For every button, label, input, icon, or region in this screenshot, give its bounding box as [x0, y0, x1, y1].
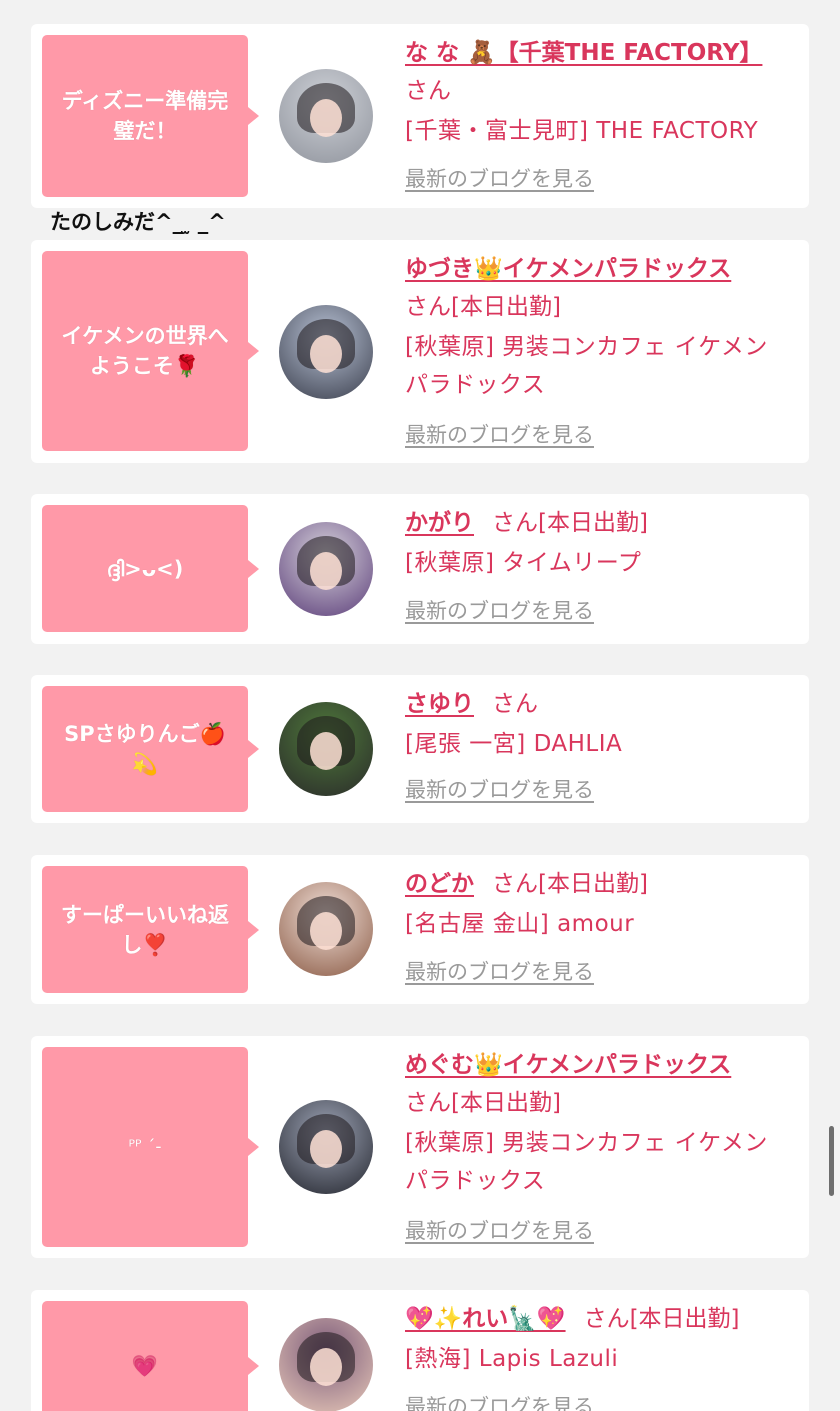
girl-name-link[interactable]: さゆり	[405, 691, 474, 717]
face-shape	[310, 1130, 342, 1168]
san-label: さん	[405, 78, 451, 104]
shop-name: [尾張 一宮] DAHLIA	[405, 731, 623, 757]
san-label: さん[本日出勤]	[492, 510, 648, 536]
message-bubble: SPさゆりんご🍎 💫	[42, 686, 259, 812]
girl-info: のどか さん[本日出勤] [名古屋 金山] amour 最新のブログを見る	[405, 865, 800, 991]
girl-name-link[interactable]: めぐむ👑イケメンパラドックス	[405, 1052, 731, 1078]
girl-card: SPさゆりんご🍎 💫 さゆり さん [尾張 一宮] DAHLIA 最新のブログを見…	[31, 675, 809, 823]
latest-blog-link[interactable]: 最新のブログを見る	[405, 416, 594, 454]
girl-name-link[interactable]: な な 🧸【千葉THE FACTORY】	[405, 40, 762, 66]
profile-avatar[interactable]	[279, 305, 373, 399]
face-shape	[310, 912, 342, 950]
scrollbar-thumb[interactable]	[829, 1126, 834, 1196]
post-caption: たのしみだ^_ ̫ _^	[50, 210, 226, 234]
profile-avatar[interactable]	[279, 1318, 373, 1411]
profile-avatar[interactable]	[279, 702, 373, 796]
girl-card: イケメンの世界へ ようこそ🌹 ゆづき👑イケメンパラドックス さん[本日出勤] […	[31, 240, 809, 463]
girl-card: ディズニー準備完 璧だ！ な な 🧸【千葉THE FACTORY】 さん [千葉…	[31, 24, 809, 208]
girl-card: ദ്ദി>ᴗ<) かがり さん[本日出勤] [秋葉原] タイムリープ 最新のブログ…	[31, 494, 809, 644]
shop-name: [熱海] Lapis Lazuli	[405, 1346, 619, 1372]
profile-avatar[interactable]	[279, 882, 373, 976]
shop-name: [秋葉原] 男装コンカフェ イケメン パラドックス	[405, 1130, 768, 1194]
girl-name-link[interactable]: かがり	[405, 510, 474, 536]
message-bubble: ディズニー準備完 璧だ！	[42, 35, 259, 197]
latest-blog-link[interactable]: 最新のブログを見る	[405, 1388, 594, 1411]
face-shape	[310, 732, 342, 770]
girl-info: ゆづき👑イケメンパラドックス さん[本日出勤] [秋葉原] 男装コンカフェ イケ…	[405, 250, 800, 454]
latest-blog-link[interactable]: 最新のブログを見る	[405, 953, 594, 991]
latest-blog-link[interactable]: 最新のブログを見る	[405, 771, 594, 809]
message-bubble: イケメンの世界へ ようこそ🌹	[42, 251, 259, 451]
latest-blog-link[interactable]: 最新のブログを見る	[405, 592, 594, 630]
girl-info: めぐむ👑イケメンパラドックス さん[本日出勤] [秋葉原] 男装コンカフェ イケ…	[405, 1046, 800, 1250]
latest-blog-link[interactable]: 最新のブログを見る	[405, 1212, 594, 1250]
san-label: さん	[492, 691, 538, 717]
shop-name: [名古屋 金山] amour	[405, 911, 635, 937]
girl-info: かがり さん[本日出勤] [秋葉原] タイムリープ 最新のブログを見る	[405, 504, 800, 630]
profile-avatar[interactable]	[279, 1100, 373, 1194]
san-label: さん[本日出勤]	[583, 1306, 740, 1332]
message-bubble: ᴾᴾ ˊ-	[42, 1047, 259, 1247]
latest-blog-link[interactable]: 最新のブログを見る	[405, 160, 594, 198]
girls-feed: ディズニー準備完 璧だ！ な な 🧸【千葉THE FACTORY】 さん [千葉…	[0, 0, 840, 1411]
girl-name-link[interactable]: ゆづき👑イケメンパラドックス	[405, 256, 731, 282]
shop-name: [千葉・富士見町] THE FACTORY	[405, 118, 759, 144]
shop-name: [秋葉原] タイムリープ	[405, 550, 642, 576]
girl-name-link[interactable]: 💖✨れい🗽💖	[405, 1306, 566, 1332]
message-bubble: 💗	[42, 1301, 259, 1411]
girl-name-link[interactable]: のどか	[405, 871, 474, 897]
shop-name: [秋葉原] 男装コンカフェ イケメン パラドックス	[405, 334, 768, 398]
profile-avatar[interactable]	[279, 522, 373, 616]
face-shape	[310, 1348, 342, 1386]
girl-card: 💗 💖✨れい🗽💖 さん[本日出勤] [熱海] Lapis Lazuli 最新のブロ…	[31, 1290, 809, 1411]
message-bubble: すーぱーいいね返 し❣️	[42, 866, 259, 993]
san-label: さん[本日出勤]	[405, 294, 561, 320]
girl-card: すーぱーいいね返 し❣️ のどか さん[本日出勤] [名古屋 金山] amour …	[31, 855, 809, 1004]
face-shape	[310, 552, 342, 590]
face-shape	[310, 335, 342, 373]
girl-info: さゆり さん [尾張 一宮] DAHLIA 最新のブログを見る	[405, 685, 800, 809]
face-shape	[310, 99, 342, 137]
san-label: さん[本日出勤]	[405, 1090, 561, 1116]
san-label: さん[本日出勤]	[492, 871, 648, 897]
profile-avatar[interactable]	[279, 69, 373, 163]
girl-card: ᴾᴾ ˊ- めぐむ👑イケメンパラドックス さん[本日出勤] [秋葉原] 男装コン…	[31, 1036, 809, 1258]
message-bubble: ദ്ദി>ᴗ<)	[42, 505, 259, 632]
girl-info: 💖✨れい🗽💖 さん[本日出勤] [熱海] Lapis Lazuli 最新のブログを…	[405, 1300, 800, 1411]
girl-info: な な 🧸【千葉THE FACTORY】 さん [千葉・富士見町] THE FA…	[405, 34, 800, 198]
